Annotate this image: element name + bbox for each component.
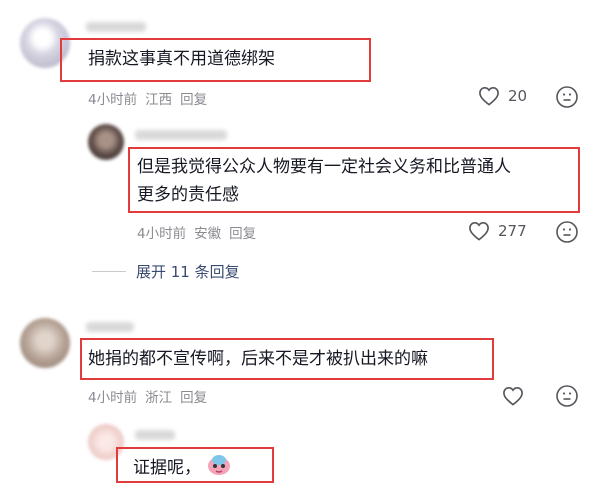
comment-text-content: 证据呢，: [133, 458, 201, 478]
expand-replies-button[interactable]: 展开 11 条回复: [92, 261, 240, 282]
heart-icon: [479, 86, 499, 106]
comment-time: 4小时前: [137, 226, 187, 242]
comment-location: 江西: [145, 92, 173, 108]
comment-meta: 4小时前 浙江 回复: [88, 386, 207, 406]
username-blurred[interactable]: [135, 430, 175, 440]
expand-replies-label: 展开 11 条回复: [136, 263, 240, 281]
comment-text-line-1: 但是我觉得公众人物要有一定社会义务和比普通人: [137, 157, 511, 177]
reply-button[interactable]: 回复: [180, 88, 207, 108]
like-button[interactable]: 20: [478, 86, 527, 106]
avatar[interactable]: [20, 318, 70, 368]
comment-time: 4小时前: [88, 390, 138, 406]
comment-location: 安徽: [194, 226, 222, 242]
like-count: 20: [508, 87, 528, 105]
username-blurred[interactable]: [86, 322, 134, 332]
comment-text-line-2: 更多的责任感: [137, 185, 239, 205]
like-button[interactable]: 277: [468, 221, 527, 241]
divider-line: [92, 271, 126, 272]
heart-icon: [469, 221, 489, 241]
comment-text: 捐款这事真不用道德绑架: [88, 49, 275, 69]
username-blurred[interactable]: [86, 22, 146, 32]
heart-icon: [503, 386, 523, 406]
reply-button[interactable]: 回复: [180, 386, 207, 406]
comment-meta: 4小时前 江西 回复: [88, 88, 207, 108]
emoji-react-icon[interactable]: [555, 220, 579, 248]
emoji-react-icon[interactable]: [555, 384, 579, 412]
like-count: 277: [498, 222, 527, 240]
username-blurred[interactable]: [135, 130, 227, 140]
reply-button[interactable]: 回复: [229, 222, 256, 242]
avatar[interactable]: [88, 124, 124, 160]
comment-location: 浙江: [145, 390, 173, 406]
comment-meta: 4小时前 安徽 回复: [137, 222, 256, 242]
cartoon-emoji-sticker-icon: [205, 452, 233, 484]
comment-time: 4小时前: [88, 92, 138, 108]
like-button[interactable]: [502, 386, 524, 406]
comment-text: 证据呢，: [133, 452, 233, 484]
comment-text: 她捐的都不宣传啊，后来不是才被扒出来的嘛: [88, 349, 428, 369]
emoji-react-icon[interactable]: [555, 85, 579, 113]
